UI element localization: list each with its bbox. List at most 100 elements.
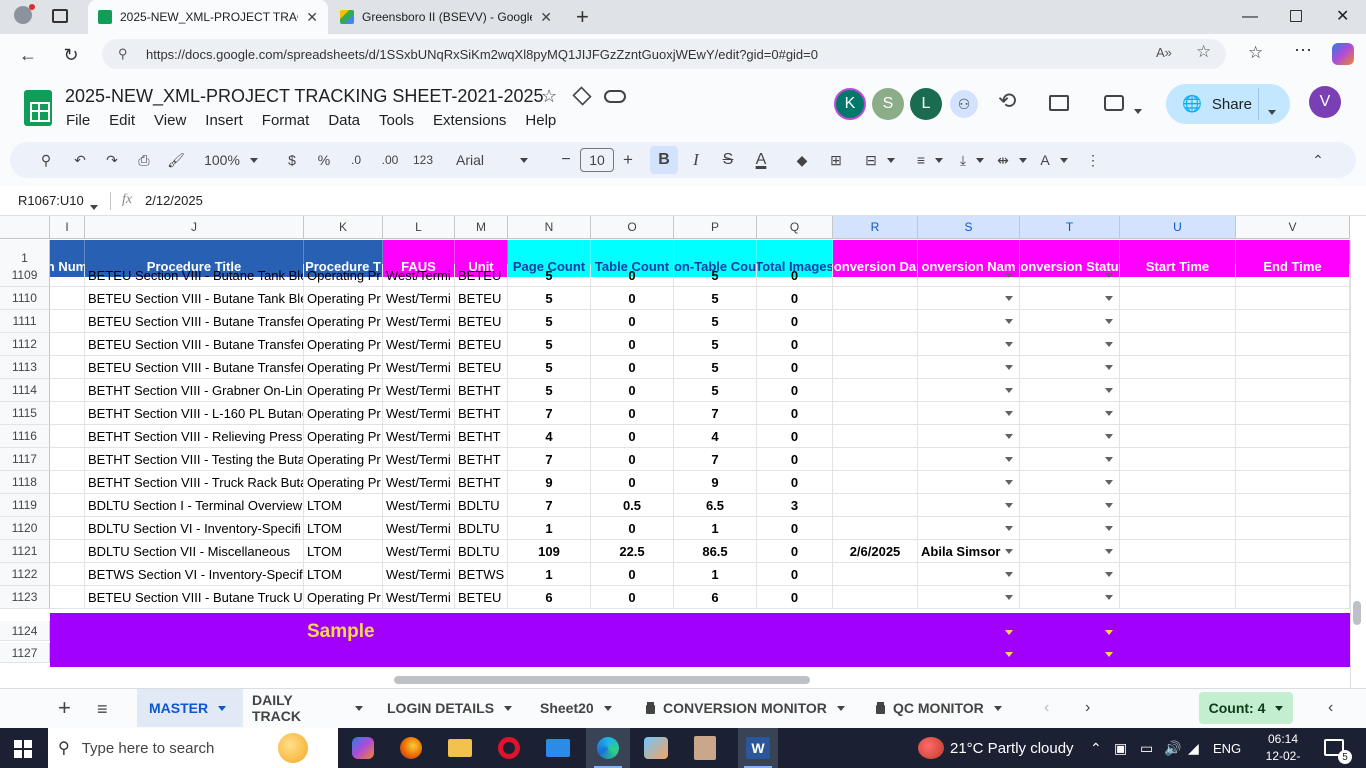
table-cell[interactable] xyxy=(50,356,85,379)
table-cell[interactable]: 0 xyxy=(591,264,674,287)
horizontal-scrollbar-thumb[interactable] xyxy=(394,676,810,684)
table-cell[interactable]: 0 xyxy=(757,310,833,333)
dropdown-chevron-icon[interactable] xyxy=(1105,411,1113,416)
strikethrough-button[interactable]: S xyxy=(718,142,738,178)
table-cell[interactable] xyxy=(1236,494,1350,517)
table-cell[interactable]: BETHT Section VIII - Grabner On-Line xyxy=(85,379,304,402)
restore-icon[interactable] xyxy=(1290,10,1302,22)
table-cell[interactable]: 9 xyxy=(508,471,591,494)
table-cell[interactable] xyxy=(833,287,918,310)
vertical-align-icon[interactable]: ⤓ xyxy=(952,142,992,178)
dropdown-chevron-icon[interactable] xyxy=(1105,388,1113,393)
table-cell[interactable]: Operating Pr xyxy=(304,333,383,356)
column-header-m[interactable]: M xyxy=(455,216,508,239)
table-cell[interactable]: 5 xyxy=(508,310,591,333)
column-header-k[interactable]: K xyxy=(304,216,383,239)
dropdown-chevron-icon[interactable] xyxy=(1005,630,1013,635)
table-cell[interactable]: 0 xyxy=(757,402,833,425)
table-cell[interactable]: 1 xyxy=(674,563,757,586)
table-cell[interactable]: BETEU xyxy=(455,264,508,287)
table-cell[interactable]: Operating Pr xyxy=(304,264,383,287)
tab-actions-icon[interactable] xyxy=(52,9,68,23)
table-cell[interactable]: Operating Pr xyxy=(304,402,383,425)
table-cell[interactable] xyxy=(833,448,918,471)
collaborator-avatar[interactable]: S xyxy=(872,88,904,120)
dropdown-chevron-icon[interactable] xyxy=(1105,273,1113,278)
menu-tools[interactable]: Tools xyxy=(379,112,414,129)
read-aloud-icon[interactable]: A» xyxy=(1156,45,1172,60)
table-cell[interactable] xyxy=(833,586,918,609)
table-cell[interactable] xyxy=(1236,471,1350,494)
table-cell[interactable] xyxy=(50,540,85,563)
url-field[interactable]: ⚲ https://docs.google.com/spreadsheets/d… xyxy=(102,39,1226,69)
row-header[interactable]: 1115 xyxy=(0,402,50,425)
table-cell[interactable]: 6 xyxy=(674,586,757,609)
italic-button[interactable]: I xyxy=(686,142,706,178)
dropdown-chevron-icon[interactable] xyxy=(1005,319,1013,324)
dropdown-chevron-icon[interactable] xyxy=(1105,549,1113,554)
table-cell[interactable]: 0 xyxy=(591,471,674,494)
table-cell[interactable]: 2/6/2025 xyxy=(833,540,918,563)
table-cell[interactable]: Operating Pr xyxy=(304,287,383,310)
scroll-tabs-left-icon[interactable]: ‹ xyxy=(1044,699,1049,717)
row-header[interactable]: 1111 xyxy=(0,310,50,333)
table-cell[interactable]: 1 xyxy=(508,517,591,540)
table-cell[interactable]: Operating Pr xyxy=(304,448,383,471)
column-header-r[interactable]: R xyxy=(833,216,918,239)
browser-tab-drive[interactable]: Greensboro II (BSEVV) - Google D ✕ xyxy=(330,0,562,34)
all-sheets-icon[interactable]: ≡ xyxy=(97,699,108,720)
table-cell[interactable] xyxy=(833,356,918,379)
table-cell[interactable]: 7 xyxy=(674,402,757,425)
table-cell[interactable]: BDLTU xyxy=(455,517,508,540)
dropdown-chevron-icon[interactable] xyxy=(1005,457,1013,462)
table-cell[interactable] xyxy=(1120,540,1236,563)
sheets-logo-icon[interactable] xyxy=(24,90,52,126)
table-cell[interactable]: Operating Pr xyxy=(304,379,383,402)
edge-taskbar-item[interactable] xyxy=(586,728,630,768)
dropdown-chevron-icon[interactable] xyxy=(1005,411,1013,416)
table-cell[interactable]: BETEU xyxy=(455,356,508,379)
table-cell[interactable]: BETHT xyxy=(455,402,508,425)
show-hidden-icons-icon[interactable]: ⌃ xyxy=(1090,728,1102,768)
select-all-corner[interactable] xyxy=(0,216,50,239)
table-cell[interactable]: BETEU Section VIII - Butane Transfer xyxy=(85,310,304,333)
dropdown-chevron-icon[interactable] xyxy=(1005,572,1013,577)
table-cell[interactable]: West/Termi xyxy=(383,264,455,287)
table-cell[interactable] xyxy=(1236,287,1350,310)
dropdown-chevron-icon[interactable] xyxy=(1005,549,1013,554)
search-menus-icon[interactable]: ⚲ xyxy=(36,142,56,178)
table-cell[interactable]: 5 xyxy=(508,264,591,287)
table-cell[interactable] xyxy=(1236,448,1350,471)
collaborator-avatar[interactable]: L xyxy=(910,88,942,120)
table-cell[interactable] xyxy=(833,517,918,540)
weather-icon[interactable] xyxy=(918,737,944,759)
table-cell[interactable]: BETEU xyxy=(455,287,508,310)
table-cell[interactable]: West/Termi xyxy=(383,287,455,310)
row-header[interactable]: 1124 xyxy=(0,621,50,641)
table-cell[interactable]: BETWS xyxy=(455,563,508,586)
column-header-s[interactable]: S xyxy=(918,216,1020,239)
number-format-button[interactable]: 123 xyxy=(410,142,436,178)
table-cell[interactable] xyxy=(833,264,918,287)
table-cell[interactable]: 0 xyxy=(757,540,833,563)
dropdown-chevron-icon[interactable] xyxy=(1105,503,1113,508)
bold-button[interactable]: B xyxy=(650,146,678,174)
favorite-star-icon[interactable]: ☆ xyxy=(1196,42,1211,62)
file-explorer-icon[interactable] xyxy=(448,739,472,757)
table-cell[interactable]: BDLTU Section I - Terminal Overview xyxy=(85,494,304,517)
app-icon[interactable] xyxy=(644,737,668,759)
clock[interactable]: 06:14 12-02-2025 xyxy=(1256,731,1310,768)
name-box[interactable]: R1067:U10 xyxy=(18,193,84,208)
sheet-tab-menu-icon[interactable] xyxy=(355,705,363,711)
table-cell[interactable]: 5 xyxy=(674,379,757,402)
table-cell[interactable]: 0 xyxy=(757,379,833,402)
table-cell[interactable] xyxy=(50,333,85,356)
collaborators-icon[interactable]: ⚇ xyxy=(950,90,978,118)
table-cell[interactable]: 0 xyxy=(757,356,833,379)
move-icon[interactable] xyxy=(572,86,592,106)
table-cell[interactable]: West/Termi xyxy=(383,379,455,402)
table-cell[interactable] xyxy=(1120,517,1236,540)
sheet-tab-menu-icon[interactable] xyxy=(504,705,513,711)
dropdown-chevron-icon[interactable] xyxy=(1105,296,1113,301)
more-icon[interactable]: ⋯ xyxy=(1294,40,1312,61)
